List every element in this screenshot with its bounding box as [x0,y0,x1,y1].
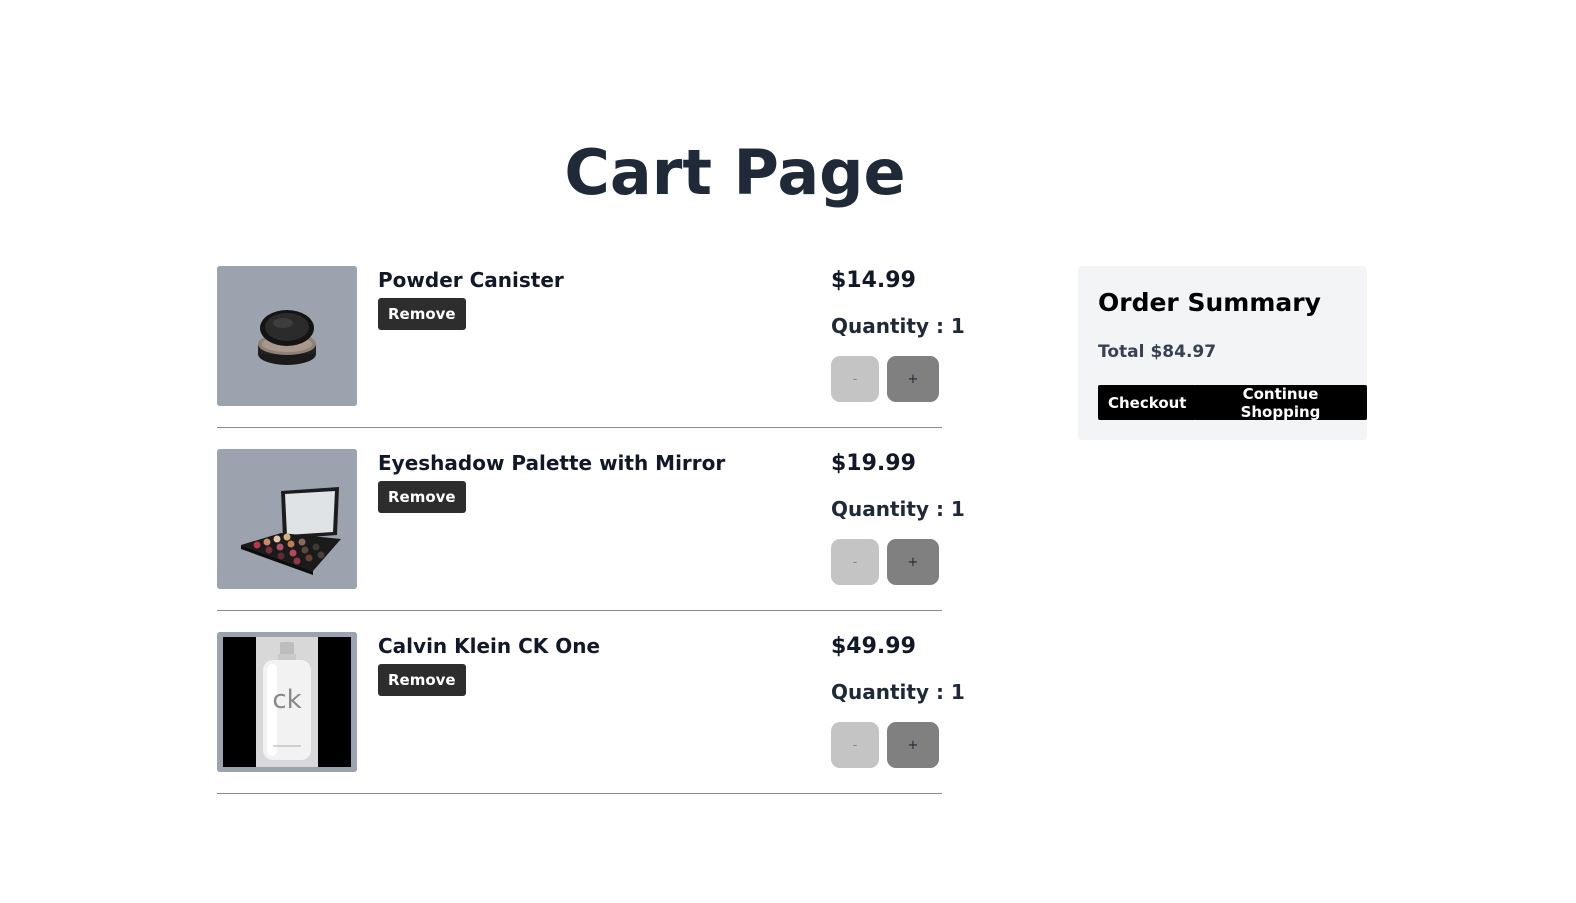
powder-compact-image [217,266,357,406]
eyeshadow-palette-image [217,449,357,589]
order-total-label: Total [1098,342,1145,362]
remove-button[interactable]: Remove [378,664,466,696]
perfume-bottle-image: ck [217,632,357,772]
item-price: $14.99 [831,268,916,293]
item-price: $49.99 [831,634,916,659]
decrease-quantity-button[interactable]: - [831,356,879,402]
item-quantity: Quantity : 1 [831,680,965,704]
order-summary-panel: Order Summary Total $84.97 Checkout Conti… [1078,266,1367,440]
order-total-value: $84.97 [1150,342,1217,362]
decrease-quantity-button[interactable]: - [831,722,879,768]
remove-button[interactable]: Remove [378,481,466,513]
increase-quantity-button[interactable]: + [887,722,939,768]
item-name: Calvin Klein CK One [378,634,601,658]
cart-item: Eyeshadow Palette with Mirror Remove $19… [217,449,965,611]
item-price: $19.99 [831,451,916,476]
decrease-quantity-button[interactable]: - [831,539,879,585]
remove-button[interactable]: Remove [378,298,466,330]
cart-item: ck Calvin Klein CK One Remove $49.99 Qua… [217,632,965,794]
order-total: Total $84.97 [1098,342,1222,362]
cart-list: Powder Canister Remove $14.99 Quantity :… [217,266,965,815]
cart-item: Powder Canister Remove $14.99 Quantity :… [217,266,965,428]
item-name: Eyeshadow Palette with Mirror [378,451,726,475]
continue-shopping-button[interactable]: Continue Shopping [1194,385,1367,421]
page-title: Cart Page [564,136,906,209]
increase-quantity-button[interactable]: + [887,356,939,402]
item-name: Powder Canister [378,268,564,292]
checkout-button[interactable]: Checkout [1098,385,1197,420]
order-summary-title: Order Summary [1098,288,1321,317]
item-quantity: Quantity : 1 [831,314,965,338]
svg-text:ck: ck [272,685,301,715]
item-quantity: Quantity : 1 [831,497,965,521]
increase-quantity-button[interactable]: + [887,539,939,585]
